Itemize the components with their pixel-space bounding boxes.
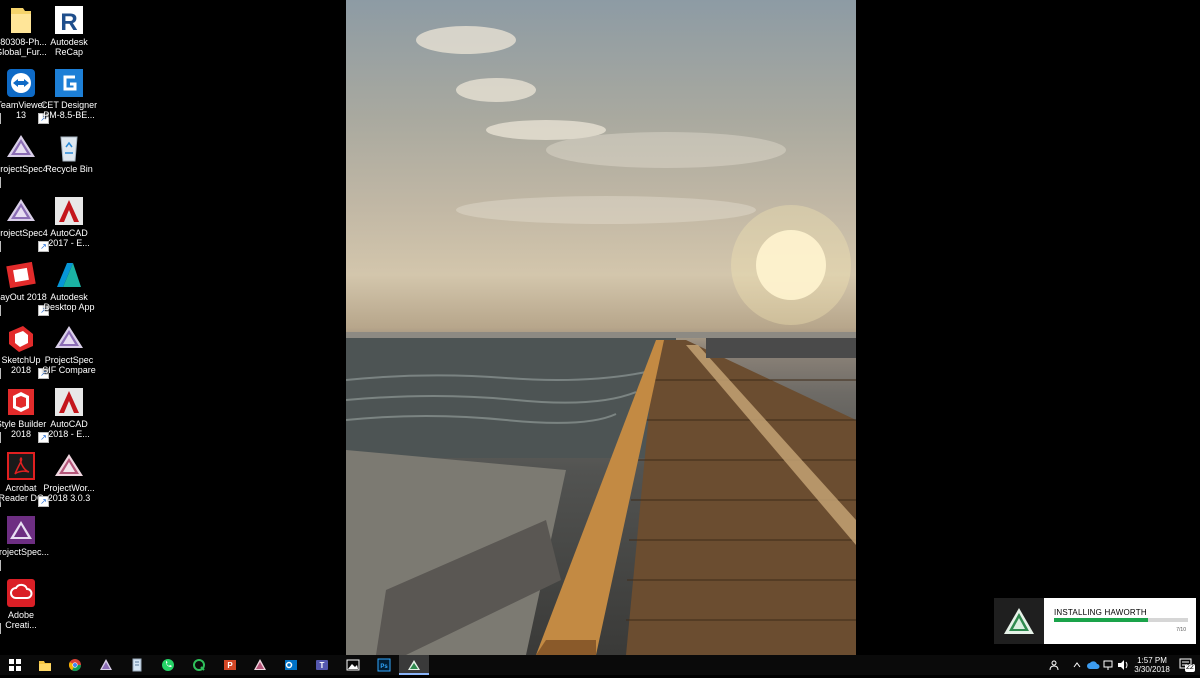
powerpoint-icon: P	[224, 660, 236, 670]
style-builder-icon	[8, 389, 34, 415]
svg-text:P: P	[227, 661, 233, 670]
creative-cloud-icon	[7, 579, 35, 607]
projectspec-icon	[55, 454, 83, 476]
svg-text:Ps: Ps	[380, 664, 388, 670]
desktop-icon-label: Autodesk ReCap	[50, 37, 88, 57]
desktop-icon-projectspec-purple[interactable]: ↗ ProjectSpec...	[0, 510, 53, 571]
desktop-icon-label: ProjectSpec SIF Compare	[42, 355, 96, 375]
taskbar-file-explorer[interactable]	[30, 655, 60, 675]
desktop-icon-adobe-creative-cloud[interactable]: ↗ Adobe Creati...	[0, 573, 53, 634]
teamviewer-icon	[7, 69, 35, 97]
desktop-icon-label: AutoCAD 2017 - E...	[48, 228, 90, 248]
desktop-icon-recycle-bin[interactable]: Recycle Bin	[37, 127, 101, 187]
notification-count-badge: 22	[1185, 664, 1195, 672]
notepad-icon	[132, 658, 142, 672]
desktop-icon-cet-designer[interactable]: ↗ CET Designer PM-8.5-BE...	[37, 63, 101, 124]
install-notification-panel: INSTALLING HAWORTH 7/10	[1044, 598, 1196, 644]
taskbar: P T Ps 1:57 PM 3/30/2018 22	[0, 655, 1200, 675]
network-icon[interactable]	[1102, 659, 1114, 671]
desktop-icon-autocad-2018[interactable]: ↗ AutoCAD 2018 - E...	[37, 382, 101, 443]
layout-icon	[6, 261, 36, 289]
desktop-icon-label: Recycle Bin	[45, 164, 93, 174]
taskbar-whatsapp[interactable]	[153, 655, 183, 675]
acrobat-icon	[7, 452, 35, 480]
desktop-icon-label: Autodesk Desktop App	[43, 292, 95, 312]
install-notification[interactable]: INSTALLING HAWORTH 7/10	[994, 598, 1196, 644]
projectspec-icon	[254, 659, 266, 670]
desktop-icon-label: ProjectWor... 2018 3.0.3	[43, 483, 95, 503]
desktop-icon-autodesk-desktop-app[interactable]: ↗ Autodesk Desktop App	[37, 255, 101, 316]
shortcut-arrow-icon: ↗	[0, 177, 1, 188]
taskbar-powerpoint[interactable]: P	[215, 655, 245, 675]
start-icon	[9, 659, 21, 671]
cet-icon	[55, 69, 83, 97]
taskbar-notepad[interactable]	[122, 655, 152, 675]
teams-icon: T	[316, 660, 328, 670]
projectspec-icon	[55, 326, 83, 348]
chrome-icon	[68, 659, 81, 672]
taskbar-outlook[interactable]	[276, 655, 306, 675]
clock[interactable]: 1:57 PM 3/30/2018	[1127, 656, 1177, 674]
clock-time: 1:57 PM	[1137, 656, 1167, 665]
install-progress-bar	[1054, 618, 1188, 622]
photos-icon	[346, 659, 360, 671]
desktop-wallpaper	[346, 0, 856, 655]
desktop-icon-label: Adobe Creati...	[5, 610, 37, 630]
autocad-icon	[55, 388, 83, 416]
projectspec-icon	[7, 135, 35, 157]
shortcut-arrow-icon: ↗	[0, 305, 1, 316]
taskbar-chrome[interactable]	[60, 655, 90, 675]
onedrive-icon[interactable]	[1087, 660, 1100, 670]
file-explorer-icon	[39, 661, 51, 671]
recycle-bin-icon	[60, 136, 78, 162]
desktop-icon-label: CET Designer PM-8.5-BE...	[40, 100, 98, 120]
svg-text:T: T	[320, 661, 325, 670]
sketchup-icon	[9, 326, 33, 352]
autodesk-app-icon	[57, 263, 81, 287]
taskbar-photos[interactable]	[338, 655, 368, 675]
taskbar-projectspec[interactable]	[91, 655, 121, 675]
svg-text:R: R	[60, 9, 77, 36]
projectspec-icon	[100, 659, 112, 670]
recap-icon: R	[55, 6, 83, 36]
shortcut-arrow-icon: ↗	[0, 560, 1, 571]
taskbar-haworth-installer[interactable]	[399, 655, 429, 675]
start-button[interactable]	[0, 655, 30, 675]
whatsapp-icon	[162, 659, 174, 671]
projectspec-purple-icon	[7, 516, 35, 544]
desktop-icon-projectspec-sif-compare[interactable]: ↗ ProjectSpec SIF Compare	[37, 318, 101, 379]
taskbar-photoshop[interactable]: Ps	[369, 655, 399, 675]
chevron-up-icon[interactable]	[1072, 660, 1082, 670]
desktop-icon-autocad-2017[interactable]: ↗ AutoCAD 2017 - E...	[37, 191, 101, 252]
install-progress-count: 7/10	[1176, 627, 1186, 633]
autocad-icon	[55, 197, 83, 225]
desktop-icon-label: AutoCAD 2018 - E...	[48, 419, 90, 439]
projectspec-icon	[7, 199, 35, 221]
taskbar-projectspec-2[interactable]	[245, 655, 275, 675]
folder-icon	[11, 8, 31, 33]
shortcut-arrow-icon: ↗	[0, 241, 1, 252]
taskbar-quicken[interactable]	[184, 655, 214, 675]
photoshop-icon: Ps	[377, 658, 391, 672]
haworth-logo-icon	[994, 598, 1044, 644]
install-notification-title: INSTALLING HAWORTH	[1054, 608, 1147, 617]
action-center-button[interactable]: 22	[1178, 657, 1195, 673]
quicken-icon	[193, 659, 205, 671]
taskbar-teams[interactable]: T	[307, 655, 337, 675]
clock-date: 3/30/2018	[1134, 665, 1170, 674]
haworth-installer-icon	[408, 660, 420, 670]
outlook-icon	[285, 660, 297, 670]
desktop-icon-autodesk-recap[interactable]: R Autodesk ReCap	[37, 0, 101, 60]
desktop-icon-projectworks-2018[interactable]: ↗ ProjectWor... 2018 3.0.3	[37, 446, 101, 507]
people-icon[interactable]	[1049, 659, 1061, 671]
install-progress-fill	[1054, 618, 1148, 622]
desktop-icon-label: ProjectSpec...	[0, 547, 50, 557]
